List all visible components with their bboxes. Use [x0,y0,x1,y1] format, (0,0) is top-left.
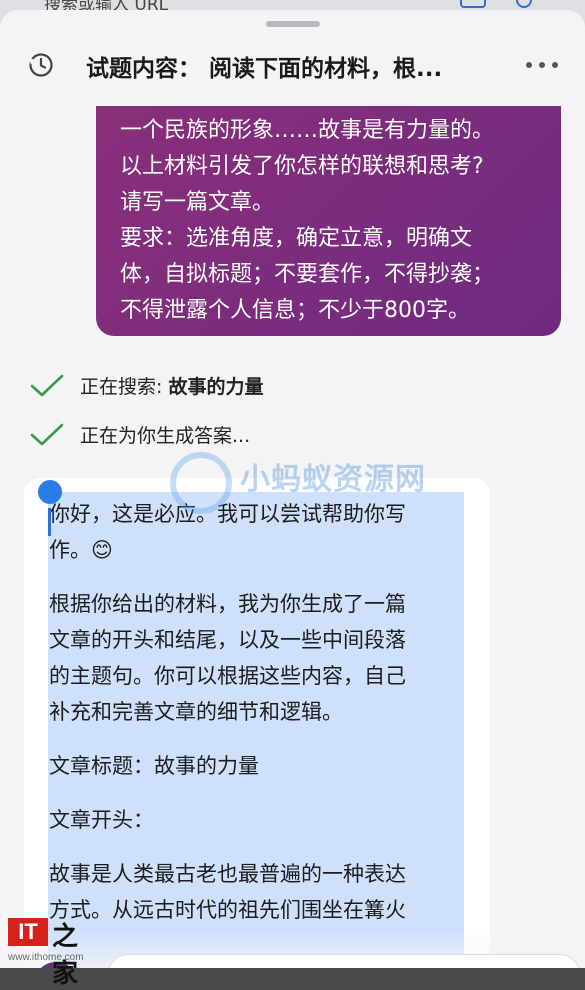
answer-line: 方式。从远古时代的祖先们围坐在篝火 [49,898,406,922]
user-message-line: 请写一篇文章。 [120,190,275,215]
user-message-bubble: 一个民族的形象……故事是有力量的。 以上材料引发了你怎样的联想和思考? 请写一篇… [96,106,561,336]
selection-caret[interactable] [48,508,51,536]
answer-line: 文章开头： [49,808,154,832]
ithome-url: www.ithome.com [8,952,84,963]
user-message-line: 一个民族的形象……故事是有力量的。 [120,118,495,143]
check-icon [30,423,64,446]
bot-answer-card[interactable]: 你好，这是必应。我可以尝试帮助你写 作。😊 根据你给出的材料，我为你生成了一篇 … [24,478,490,968]
answer-line: 作。😊 [49,538,113,562]
history-icon[interactable] [28,52,54,78]
watermark-text: 小蚂蚁资源网 [240,462,426,497]
watermark-logo-icon [170,452,232,514]
user-message-line: 体，自拟标题；不要套作，不得抄袭； [120,262,495,287]
answer-line: 故事是人类最古老也最普遍的一种表达 [49,862,406,886]
user-message-line: 不得泄露个人信息；不少于800字。 [120,298,470,323]
more-options-icon[interactable] [526,60,560,70]
ithome-logo-mark: IT [8,918,48,946]
sheet-grabber[interactable] [266,21,320,27]
check-icon [30,374,64,397]
user-message-line: 要求：选准角度，确定立意，明确文 [120,226,473,251]
status-label: 正在为你生成答案... [80,425,251,447]
answer-line: 的主题句。你可以根据这些内容，自己 [49,664,406,688]
page-title: 试题内容： 阅读下面的材料，根... [86,56,443,82]
answer-line: 文章的开头和结尾，以及一些中间段落 [49,628,406,652]
chat-sheet: 试题内容： 阅读下面的材料，根... 一个民族的形象……故事是有力量的。 以上材… [0,10,585,968]
selection-handle[interactable] [38,480,62,504]
watermark: 小蚂蚁资源网 [170,450,430,520]
answer-line: 根据你给出的材料，我为你生成了一篇 [49,592,406,616]
answer-line: 文章标题：故事的力量 [49,754,259,778]
scan-icon[interactable] [460,0,486,8]
status-label: 正在搜索: 故事的力量 [80,376,264,398]
mic-icon[interactable] [516,0,532,8]
chat-header: 试题内容： 阅读下面的材料，根... [0,32,585,98]
user-message-line: 以上材料引发了你怎样的联想和思考? [120,154,484,179]
ithome-logo: IT 之家 [8,918,88,989]
chat-input[interactable] [108,954,580,968]
answer-line: 补充和完善文章的细节和逻辑。 [49,700,343,724]
